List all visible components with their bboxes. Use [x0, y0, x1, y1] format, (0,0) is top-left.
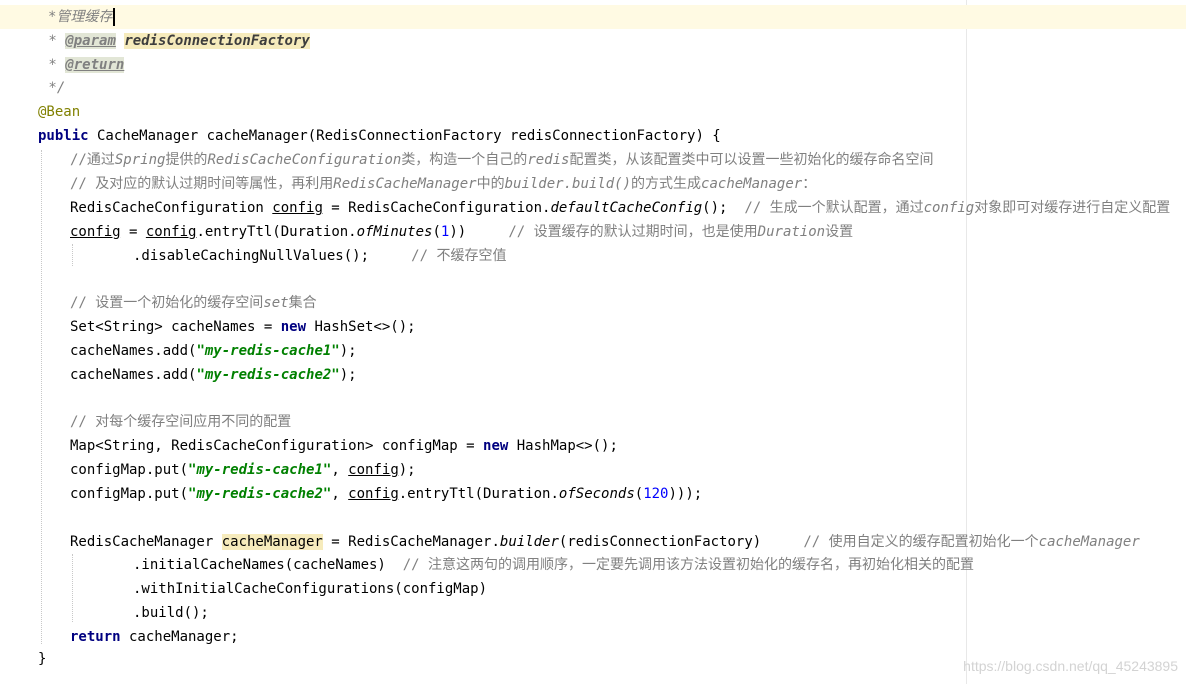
comment: // 设置缓存的默认过期时间，也是使用Duration设置 [508, 224, 854, 240]
number-literal: 120 [643, 486, 669, 502]
text-cursor [113, 8, 116, 26]
code-line[interactable]: // 设置一个初始化的缓存空间set集合 [0, 291, 1186, 315]
javadoc-return-tag: @return [65, 57, 125, 73]
doc-comment: *管理缓存 [48, 9, 113, 25]
static-method: ofMinutes [356, 224, 433, 240]
comment: //通过Spring提供的RedisCacheConfiguration类，构造… [70, 152, 934, 168]
javadoc-param-tag: @param [65, 33, 116, 49]
code-line[interactable]: cacheNames.add("my-redis-cache1"); [0, 339, 1186, 363]
code-line[interactable]: */ [0, 76, 1186, 100]
code-line[interactable]: return cacheManager; [0, 625, 1186, 649]
code-line[interactable]: // 对每个缓存空间应用不同的配置 [0, 410, 1186, 434]
static-method: defaultCacheConfig [550, 200, 703, 216]
string-literal: "my-redis-cache1" [188, 462, 332, 478]
code-line[interactable]: @Bean [0, 100, 1186, 124]
code-editor[interactable]: *管理缓存 * @param redisConnectionFactory * … [0, 0, 1186, 684]
static-method: builder [499, 534, 559, 550]
code-line[interactable]: // 及对应的默认过期时间等属性，再利用RedisCacheManager中的b… [0, 172, 1186, 196]
variable-config: config [348, 462, 399, 478]
string-literal: "my-redis-cache1" [196, 343, 340, 359]
code-line[interactable]: Map<String, RedisCacheConfiguration> con… [0, 434, 1186, 458]
highlighted-variable-cacheManager: cacheManager [221, 534, 323, 550]
static-method: ofSeconds [558, 486, 635, 502]
variable-config: config [70, 224, 121, 240]
comment: // 生成一个默认配置，通过config对象即可对缓存进行自定义配置 [744, 200, 1171, 216]
comment: // 使用自定义的缓存配置初始化一个cacheManager [803, 534, 1140, 550]
keyword-new: new [483, 438, 509, 454]
closing-brace: } [38, 651, 47, 667]
code-line[interactable]: Set<String> cacheNames = new HashSet<>()… [0, 315, 1186, 339]
code-line[interactable]: public CacheManager cacheManager(RedisCo… [0, 124, 1186, 148]
bean-annotation: @Bean [38, 104, 81, 120]
code-line[interactable]: .disableCachingNullValues(); // 不缓存空值 [0, 244, 1186, 268]
comment: // 对每个缓存空间应用不同的配置 [70, 414, 292, 430]
variable-config: config [145, 224, 197, 240]
watermark: https://blog.csdn.net/qq_45243895 [963, 658, 1178, 674]
string-literal: "my-redis-cache2" [196, 367, 340, 383]
code-line[interactable]: RedisCacheConfiguration config = RedisCa… [0, 196, 1186, 220]
code-line[interactable]: config = config.entryTtl(Duration.ofMinu… [0, 220, 1186, 244]
variable-config: config [272, 200, 323, 216]
string-literal: "my-redis-cache2" [188, 486, 332, 502]
keyword-new: new [280, 319, 307, 335]
doc-comment: * [40, 33, 66, 49]
code-line[interactable]: *管理缓存 [0, 5, 1186, 29]
comment: // 不缓存空值 [411, 248, 507, 264]
code-line[interactable]: //通过Spring提供的RedisCacheConfiguration类，构造… [0, 148, 1186, 172]
doc-comment-end: */ [40, 80, 66, 96]
doc-comment: * [40, 57, 66, 73]
variable-config: config [348, 486, 399, 502]
comment: // 注意这两句的调用顺序，一定要先调用该方法设置初始化的缓存名，再初始化相关的… [402, 557, 975, 573]
method-signature: CacheManager cacheManager(RedisConnectio… [88, 128, 721, 144]
comment: // 设置一个初始化的缓存空间set集合 [70, 295, 317, 311]
code-line[interactable]: .build(); [0, 601, 1186, 625]
keyword-return: return [70, 629, 121, 645]
code-line[interactable]: configMap.put("my-redis-cache1", config)… [0, 458, 1186, 482]
comment: // 及对应的默认过期时间等属性，再利用RedisCacheManager中的b… [70, 176, 817, 192]
keyword-public: public [38, 128, 89, 144]
code-line[interactable]: cacheNames.add("my-redis-cache2"); [0, 363, 1186, 387]
code-line[interactable]: .initialCacheNames(cacheNames) // 注意这两句的… [0, 553, 1186, 577]
code-line[interactable]: configMap.put("my-redis-cache2", config.… [0, 482, 1186, 506]
code-line[interactable]: .withInitialCacheConfigurations(configMa… [0, 577, 1186, 601]
javadoc-param-name: redisConnectionFactory [124, 33, 310, 49]
code-line[interactable]: RedisCacheManager cacheManager = RedisCa… [0, 530, 1186, 554]
code-line[interactable]: * @param redisConnectionFactory [0, 29, 1186, 53]
code-line[interactable]: * @return [0, 53, 1186, 77]
